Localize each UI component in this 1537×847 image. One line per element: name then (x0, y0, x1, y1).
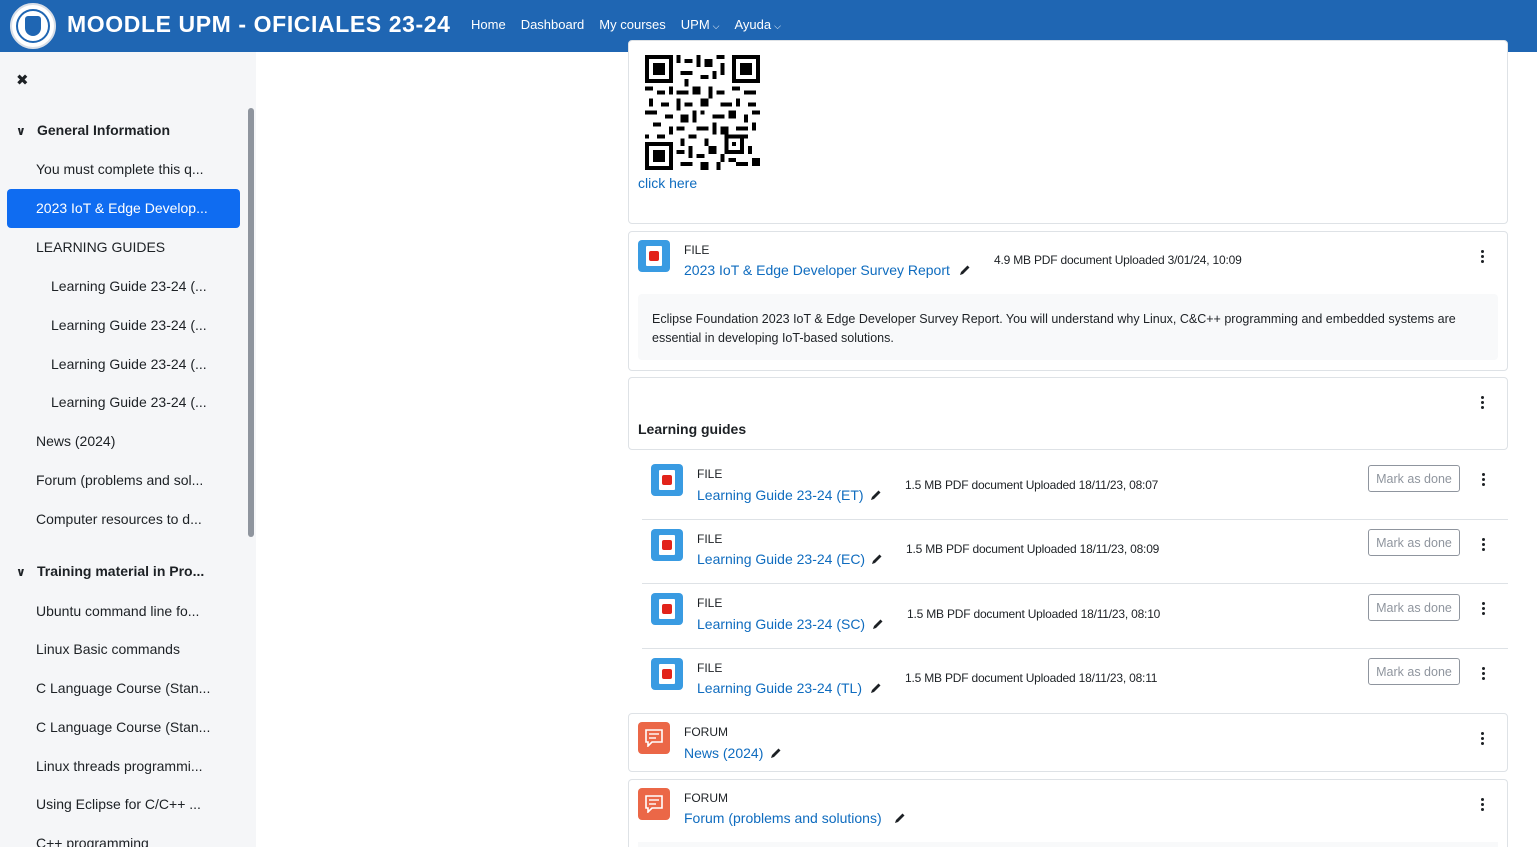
mark-as-done-button[interactable]: Mark as done (1368, 529, 1460, 556)
mark-as-done-button[interactable]: Mark as done (1368, 465, 1460, 492)
pdf-file-icon (651, 593, 683, 625)
drawer-scrollbar[interactable] (248, 108, 254, 537)
click-here-link[interactable]: click here (638, 175, 697, 191)
nav-home[interactable]: Home (471, 17, 506, 32)
section-card-learning-guides (628, 377, 1508, 450)
guide-link-sc[interactable]: Learning Guide 23-24 (SC) (697, 616, 865, 632)
drawer-item-active[interactable]: 2023 IoT & Edge Develop... (7, 189, 240, 228)
chevron-down-icon: ∨ (16, 565, 26, 579)
row-divider (642, 583, 1508, 584)
activity-description: Eclipse Foundation 2023 IoT & Edge Devel… (638, 294, 1498, 360)
pdf-file-icon (651, 658, 683, 690)
chevron-down-icon: ∨ (16, 124, 26, 138)
forum-news-link[interactable]: News (2024) (684, 745, 763, 761)
pencil-icon[interactable] (770, 747, 782, 759)
row-divider (642, 648, 1508, 649)
nav-upm[interactable]: UPM ⌵ (681, 17, 720, 32)
drawer-item[interactable]: News (2024) (7, 422, 240, 461)
section-training-material[interactable]: ∨ Training material in Pro... (16, 563, 204, 579)
drawer-item[interactable]: Using Eclipse for C/C++ ... (7, 785, 240, 824)
kebab-menu-icon[interactable] (1476, 394, 1488, 410)
pencil-icon[interactable] (871, 553, 883, 565)
site-title[interactable]: MOODLE UPM - OFICIALES 23-24 (67, 11, 451, 38)
file-meta: 1.5 MB PDF document Uploaded 18/11/23, 0… (905, 671, 1158, 685)
kebab-menu-icon[interactable] (1477, 600, 1489, 616)
pdf-file-icon (651, 464, 683, 496)
file-meta: 1.5 MB PDF document Uploaded 18/11/23, 0… (905, 478, 1159, 492)
pdf-file-icon (651, 529, 683, 561)
activity-type: FILE (697, 532, 723, 546)
drawer-item[interactable]: Linux threads programmi... (7, 747, 240, 786)
activity-description (638, 842, 1498, 847)
close-drawer-icon[interactable]: ✖ (16, 71, 29, 89)
pencil-icon[interactable] (894, 812, 906, 824)
kebab-menu-icon[interactable] (1477, 536, 1489, 552)
forum-icon (638, 722, 670, 754)
drawer-item[interactable]: C++ programming (7, 824, 240, 847)
file-meta: 1.5 MB PDF document Uploaded 18/11/23, 0… (907, 607, 1161, 621)
mark-as-done-button[interactable]: Mark as done (1368, 594, 1460, 621)
drawer-item[interactable]: Linux Basic commands (7, 630, 240, 669)
activity-type: FORUM (684, 791, 728, 805)
chevron-down-icon: ⌵ (712, 21, 720, 31)
guide-link-tl[interactable]: Learning Guide 23-24 (TL) (697, 680, 862, 696)
activity-type: FILE (697, 467, 723, 481)
drawer-item[interactable]: Learning Guide 23-24 (... (7, 306, 240, 345)
pdf-file-icon (638, 240, 670, 272)
drawer-item[interactable]: Forum (problems and sol... (7, 461, 240, 500)
activity-card-forum-news (628, 713, 1508, 772)
kebab-menu-icon[interactable] (1476, 730, 1488, 746)
activity-type: FILE (697, 596, 723, 610)
kebab-menu-icon[interactable] (1476, 248, 1488, 264)
course-index-drawer: ✖ ∨ General Information You must complete… (0, 52, 256, 847)
activity-type: FILE (684, 243, 710, 257)
drawer-item[interactable]: You must complete this q... (7, 150, 240, 189)
upm-logo[interactable] (10, 3, 56, 49)
nav-dashboard[interactable]: Dashboard (521, 17, 585, 32)
row-divider (642, 519, 1508, 520)
kebab-menu-icon[interactable] (1477, 471, 1489, 487)
forum-problems-link[interactable]: Forum (problems and solutions) (684, 810, 882, 826)
mark-as-done-button[interactable]: Mark as done (1368, 658, 1460, 685)
drawer-item[interactable]: LEARNING GUIDES (7, 228, 240, 267)
kebab-menu-icon[interactable] (1476, 796, 1488, 812)
drawer-item[interactable]: Computer resources to d... (7, 500, 240, 539)
pencil-icon[interactable] (870, 489, 882, 501)
forum-icon (638, 788, 670, 820)
drawer-item[interactable]: C Language Course (Stan... (7, 708, 240, 747)
section-title: Learning guides (638, 421, 747, 437)
pencil-icon[interactable] (959, 264, 971, 276)
drawer-item[interactable]: Learning Guide 23-24 (... (7, 267, 240, 306)
kebab-menu-icon[interactable] (1477, 665, 1489, 681)
drawer-item[interactable]: C Language Course (Stan... (7, 669, 240, 708)
drawer-item[interactable]: Ubuntu command line fo... (7, 592, 240, 631)
guide-link-ec[interactable]: Learning Guide 23-24 (EC) (697, 551, 865, 567)
activity-type: FILE (697, 661, 723, 675)
nav-ayuda[interactable]: Ayuda ⌵ (734, 17, 780, 32)
file-meta: 4.9 MB PDF document Uploaded 3/01/24, 10… (994, 253, 1242, 267)
file-meta: 1.5 MB PDF document Uploaded 18/11/23, 0… (906, 542, 1160, 556)
section-general-information[interactable]: ∨ General Information (16, 122, 170, 138)
pencil-icon[interactable] (872, 618, 884, 630)
survey-report-link[interactable]: 2023 IoT & Edge Developer Survey Report (684, 262, 950, 278)
qr-code-image[interactable] (644, 55, 761, 170)
drawer-item[interactable]: Learning Guide 23-24 (... (7, 383, 240, 422)
guide-link-et[interactable]: Learning Guide 23-24 (ET) (697, 487, 864, 503)
activity-type: FORUM (684, 725, 728, 739)
drawer-item[interactable]: Learning Guide 23-24 (... (7, 345, 240, 384)
nav-my-courses[interactable]: My courses (599, 17, 665, 32)
chevron-down-icon: ⌵ (774, 21, 781, 31)
primary-nav: Home Dashboard My courses UPM ⌵ Ayuda ⌵ (471, 17, 796, 32)
pencil-icon[interactable] (870, 682, 882, 694)
